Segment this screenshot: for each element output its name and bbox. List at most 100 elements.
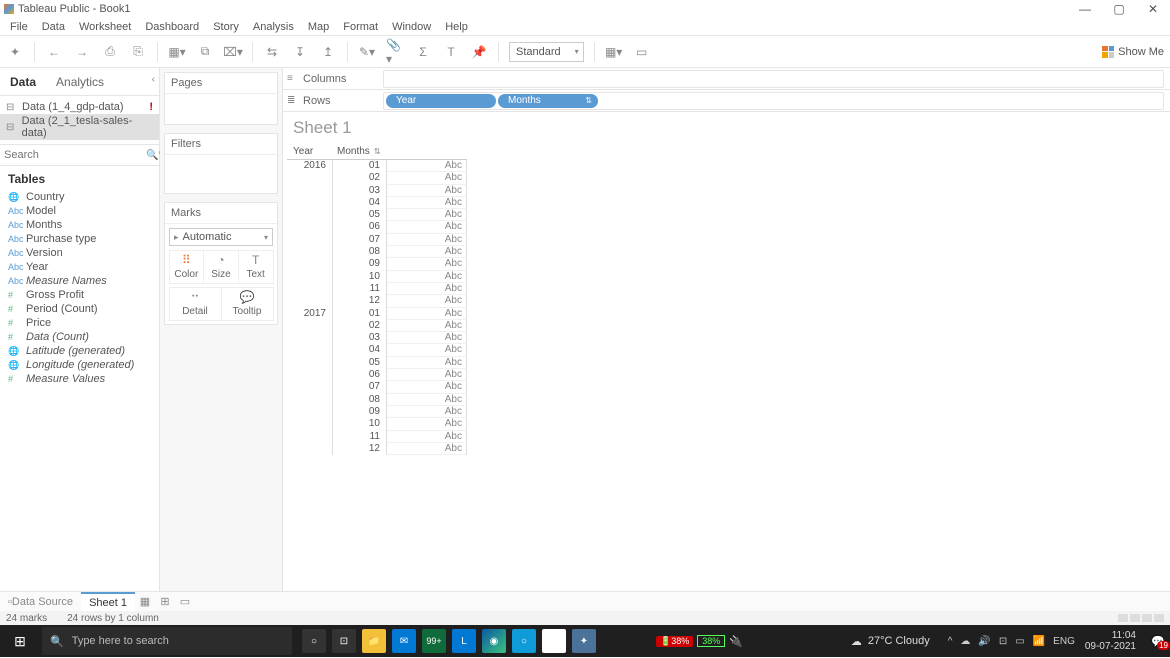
tableau-button[interactable]: ✦ bbox=[572, 629, 596, 653]
tray-onedrive-icon[interactable]: ☁ bbox=[960, 636, 970, 647]
collapse-pane-icon[interactable]: ‹ bbox=[152, 74, 155, 85]
filters-shelf[interactable] bbox=[165, 155, 277, 193]
forward-button[interactable]: → bbox=[73, 43, 91, 61]
weather-widget[interactable]: ☁ 27°C Cloudy bbox=[851, 635, 938, 648]
pin-button[interactable]: 📌 bbox=[470, 43, 488, 61]
field-item[interactable]: #Measure Values bbox=[0, 372, 159, 386]
show-me-button[interactable]: Show Me bbox=[1102, 46, 1164, 58]
field-item[interactable]: #Price bbox=[0, 316, 159, 330]
search-input[interactable] bbox=[4, 146, 146, 164]
menu-map[interactable]: Map bbox=[302, 21, 335, 33]
back-button[interactable]: ← bbox=[45, 43, 63, 61]
pages-shelf[interactable] bbox=[165, 94, 277, 124]
table-row[interactable]: 04Abc bbox=[287, 197, 1170, 209]
field-item[interactable]: AbcModel bbox=[0, 204, 159, 218]
app-button-2[interactable]: ○ bbox=[512, 629, 536, 653]
table-row[interactable]: 05Abc bbox=[287, 209, 1170, 221]
save-button[interactable]: ⎙ bbox=[101, 43, 119, 61]
menu-window[interactable]: Window bbox=[386, 21, 437, 33]
present-button[interactable]: ▭ bbox=[633, 43, 651, 61]
table-row[interactable]: 201601Abc bbox=[287, 160, 1170, 172]
sort-asc-button[interactable]: ↧ bbox=[291, 43, 309, 61]
table-row[interactable]: 12Abc bbox=[287, 295, 1170, 307]
field-item[interactable]: #Gross Profit bbox=[0, 288, 159, 302]
cards-button[interactable]: ▦▾ bbox=[605, 43, 623, 61]
sheet-title[interactable]: Sheet 1 bbox=[283, 112, 1170, 144]
marks-detail[interactable]: ⠒Detail bbox=[169, 287, 222, 321]
field-item[interactable]: #Data (Count) bbox=[0, 330, 159, 344]
marks-size[interactable]: ◔Size bbox=[203, 250, 239, 284]
app-button-1[interactable]: L bbox=[452, 629, 476, 653]
data-source-item[interactable]: ⊟Data (1_4_gdp-data)! bbox=[0, 100, 159, 114]
tableau-icon[interactable]: ✦ bbox=[6, 43, 24, 61]
field-item[interactable]: 🌐Latitude (generated) bbox=[0, 344, 159, 358]
pill-months[interactable]: Months bbox=[498, 94, 598, 108]
header-months[interactable]: Months⇅ bbox=[333, 144, 387, 160]
tray-wifi-icon[interactable]: 📶 bbox=[1033, 636, 1045, 647]
table-row[interactable]: 08Abc bbox=[287, 246, 1170, 258]
tab-analytics[interactable]: Analytics bbox=[46, 68, 114, 95]
new-dashboard-button[interactable]: ⊞ bbox=[155, 595, 175, 608]
table-row[interactable]: 201701Abc bbox=[287, 308, 1170, 320]
table-row[interactable]: 09Abc bbox=[287, 406, 1170, 418]
table-row[interactable]: 10Abc bbox=[287, 418, 1170, 430]
table-row[interactable]: 03Abc bbox=[287, 332, 1170, 344]
marks-type-select[interactable]: ▸ Automatic bbox=[169, 228, 273, 246]
tab-data[interactable]: Data bbox=[0, 68, 46, 95]
taskbar-search[interactable]: 🔍 Type here to search bbox=[42, 627, 292, 655]
view-switcher[interactable] bbox=[1118, 614, 1164, 622]
menu-help[interactable]: Help bbox=[439, 21, 474, 33]
start-button[interactable]: ⊞ bbox=[0, 633, 40, 650]
field-item[interactable]: #Period (Count) bbox=[0, 302, 159, 316]
menu-worksheet[interactable]: Worksheet bbox=[73, 21, 137, 33]
explorer-button[interactable]: 📁 bbox=[362, 629, 386, 653]
table-row[interactable]: 09Abc bbox=[287, 258, 1170, 270]
fit-select[interactable]: Standard bbox=[509, 42, 584, 62]
data-source-item[interactable]: ⊟Data (2_1_tesla-sales-data) bbox=[0, 114, 159, 140]
menu-dashboard[interactable]: Dashboard bbox=[139, 21, 205, 33]
table-row[interactable]: 11Abc bbox=[287, 431, 1170, 443]
table-row[interactable]: 10Abc bbox=[287, 271, 1170, 283]
edge-button[interactable]: ◉ bbox=[482, 629, 506, 653]
field-item[interactable]: AbcPurchase type bbox=[0, 232, 159, 246]
field-item[interactable]: AbcMonths bbox=[0, 218, 159, 232]
rows-shelf[interactable]: Year Months bbox=[383, 92, 1164, 110]
cortana-button[interactable]: ⊡ bbox=[332, 629, 356, 653]
tray-network-icon[interactable]: ⊡ bbox=[999, 636, 1007, 647]
menu-format[interactable]: Format bbox=[337, 21, 384, 33]
menu-story[interactable]: Story bbox=[207, 21, 245, 33]
notification-button[interactable]: 💬19 bbox=[1146, 635, 1170, 648]
group-button[interactable]: 📎▾ bbox=[386, 43, 404, 61]
new-story-button[interactable]: ▭ bbox=[175, 595, 195, 608]
table-row[interactable]: 03Abc bbox=[287, 185, 1170, 197]
minimize-button[interactable]: — bbox=[1068, 0, 1102, 18]
table-row[interactable]: 07Abc bbox=[287, 381, 1170, 393]
marks-text[interactable]: TText bbox=[238, 250, 274, 284]
marks-tooltip[interactable]: 💬Tooltip bbox=[221, 287, 274, 321]
tray-battery-icon[interactable]: ▭ bbox=[1015, 636, 1024, 647]
table-row[interactable]: 07Abc bbox=[287, 234, 1170, 246]
tray-up-icon[interactable]: ^ bbox=[948, 636, 953, 647]
field-item[interactable]: 🌐Country bbox=[0, 190, 159, 204]
new-sheet-button[interactable]: ▦ bbox=[135, 595, 155, 608]
clear-button[interactable]: ⌧▾ bbox=[224, 43, 242, 61]
menu-data[interactable]: Data bbox=[36, 21, 71, 33]
table-row[interactable]: 11Abc bbox=[287, 283, 1170, 295]
swap-button[interactable]: ⇆ bbox=[263, 43, 281, 61]
totals-button[interactable]: Σ bbox=[414, 43, 432, 61]
table-row[interactable]: 06Abc bbox=[287, 369, 1170, 381]
table-row[interactable]: 05Abc bbox=[287, 357, 1170, 369]
table-row[interactable]: 02Abc bbox=[287, 320, 1170, 332]
tray-volume-icon[interactable]: 🔊 bbox=[978, 636, 990, 647]
pill-year[interactable]: Year bbox=[386, 94, 496, 108]
table-row[interactable]: 04Abc bbox=[287, 344, 1170, 356]
highlight-button[interactable]: ✎▾ bbox=[358, 43, 376, 61]
sort-desc-button[interactable]: ↥ bbox=[319, 43, 337, 61]
table-row[interactable]: 06Abc bbox=[287, 221, 1170, 233]
tab-data-source[interactable]: ▫ Data Source bbox=[0, 592, 81, 611]
new-data-button[interactable]: ⎘ bbox=[129, 43, 147, 61]
table-row[interactable]: 02Abc bbox=[287, 172, 1170, 184]
field-item[interactable]: AbcYear bbox=[0, 260, 159, 274]
labels-button[interactable]: T bbox=[442, 43, 460, 61]
close-button[interactable]: ✕ bbox=[1136, 0, 1170, 18]
